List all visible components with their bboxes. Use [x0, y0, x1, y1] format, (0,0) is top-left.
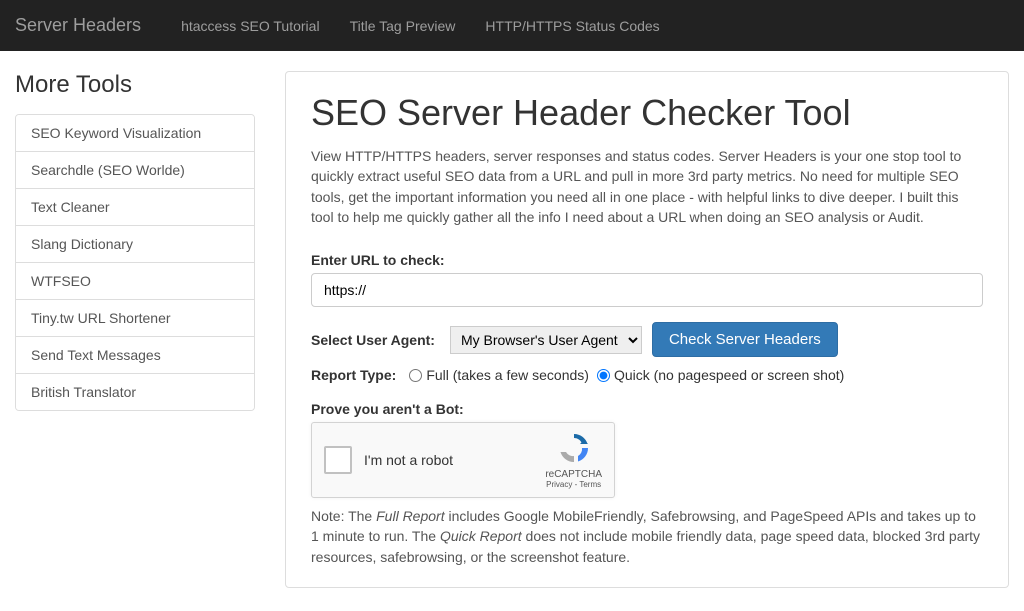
recaptcha-brand: reCAPTCHA: [545, 469, 602, 480]
sidebar-item-text-cleaner[interactable]: Text Cleaner: [16, 189, 254, 226]
sidebar: More Tools SEO Keyword Visualization Sea…: [15, 71, 255, 588]
report-radio-full[interactable]: [409, 369, 422, 382]
agent-row: Select User Agent: My Browser's User Age…: [311, 322, 983, 357]
page-description: View HTTP/HTTPS headers, server response…: [311, 146, 983, 227]
tool-panel: SEO Server Header Checker Tool View HTTP…: [285, 71, 1009, 588]
report-radio-quick[interactable]: [597, 369, 610, 382]
recaptcha-checkbox[interactable]: [324, 446, 352, 474]
sidebar-list: SEO Keyword Visualization Searchdle (SEO…: [15, 114, 255, 411]
top-navbar: Server Headers htaccess SEO Tutorial Tit…: [0, 0, 1024, 51]
page-title: SEO Server Header Checker Tool: [311, 92, 983, 134]
nav-link-statuscodes[interactable]: HTTP/HTTPS Status Codes: [470, 3, 674, 49]
recaptcha-privacy-link[interactable]: Privacy: [546, 480, 572, 489]
sidebar-item-searchdle[interactable]: Searchdle (SEO Worlde): [16, 152, 254, 189]
recaptcha-badge: reCAPTCHA Privacy - Terms: [545, 432, 602, 489]
sidebar-item-slang[interactable]: Slang Dictionary: [16, 226, 254, 263]
note-text: Note: The Full Report includes Google Mo…: [311, 506, 983, 567]
report-label: Report Type:: [311, 367, 396, 383]
sidebar-item-tinytw[interactable]: Tiny.tw URL Shortener: [16, 300, 254, 337]
sidebar-item-sendtext[interactable]: Send Text Messages: [16, 337, 254, 374]
url-input[interactable]: [311, 273, 983, 307]
note-quick-em: Quick Report: [440, 528, 522, 544]
captcha-heading: Prove you aren't a Bot:: [311, 401, 983, 417]
note-full-em: Full Report: [376, 508, 444, 524]
url-group: Enter URL to check:: [311, 252, 983, 307]
report-full-label: Full (takes a few seconds): [426, 367, 589, 383]
sidebar-item-british[interactable]: British Translator: [16, 374, 254, 410]
sidebar-item-keyword-viz[interactable]: SEO Keyword Visualization: [16, 115, 254, 152]
nav-link-htaccess[interactable]: htaccess SEO Tutorial: [166, 3, 335, 49]
recaptcha-terms-link[interactable]: Terms: [579, 480, 601, 489]
brand-link[interactable]: Server Headers: [15, 0, 156, 51]
report-quick-label: Quick (no pagespeed or screen shot): [614, 367, 844, 383]
agent-label: Select User Agent:: [311, 332, 435, 348]
main-content: SEO Server Header Checker Tool View HTTP…: [285, 71, 1009, 588]
report-row: Report Type: Full (takes a few seconds) …: [311, 367, 983, 383]
sidebar-heading: More Tools: [15, 71, 255, 99]
note-prefix: Note: The: [311, 508, 376, 524]
nav-links: htaccess SEO Tutorial Title Tag Preview …: [166, 3, 675, 49]
user-agent-select[interactable]: My Browser's User Agent: [450, 326, 642, 354]
recaptcha-widget: I'm not a robot reCAPTCHA Privacy - Term…: [311, 422, 615, 498]
sidebar-item-wtfseo[interactable]: WTFSEO: [16, 263, 254, 300]
recaptcha-icon: [558, 432, 590, 464]
recaptcha-label: I'm not a robot: [364, 452, 453, 468]
nav-link-titletag[interactable]: Title Tag Preview: [335, 3, 471, 49]
url-label: Enter URL to check:: [311, 252, 983, 268]
check-headers-button[interactable]: Check Server Headers: [652, 322, 838, 357]
